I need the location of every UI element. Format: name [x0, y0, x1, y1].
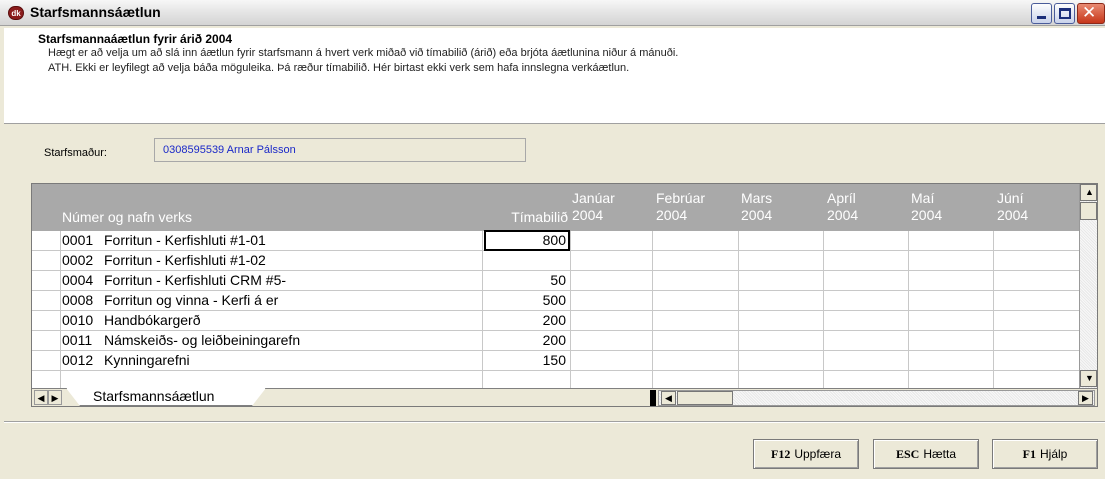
month-name: Febrúar — [656, 190, 706, 206]
quit-button[interactable]: ESC Hætta — [873, 439, 979, 469]
column-header-month[interactable]: Apríl 2004 — [827, 184, 907, 231]
column-header-month[interactable]: Mars 2004 — [741, 184, 821, 231]
help-button[interactable]: F1 Hjálp — [992, 439, 1098, 469]
minimize-button[interactable] — [1031, 3, 1052, 24]
table-row[interactable]: 0001 Forritun - Kerfishluti #1-01 800 — [32, 230, 1079, 251]
sheet-tab[interactable]: Starfsmannsáætlun — [66, 388, 266, 406]
grid-header: Númer og nafn verks Tímabilið Janúar 200… — [32, 184, 1079, 231]
row-period-value[interactable] — [484, 251, 570, 271]
row-period-value[interactable]: 50 — [484, 271, 570, 291]
grid-divider — [652, 231, 653, 388]
button-label: Hjálp — [1039, 447, 1068, 461]
row-name: Forritun - Kerfishluti #1-02 — [104, 252, 266, 268]
grid-divider — [908, 231, 909, 388]
table-row[interactable]: 0008 Forritun og vinna - Kerfi á er 500 — [32, 291, 1079, 311]
header-description-line-1: Hægt er að velja um að slá inn áætlun fy… — [48, 47, 679, 59]
month-year: 2004 — [656, 207, 688, 223]
maximize-button[interactable] — [1054, 3, 1075, 24]
tab-next-button[interactable]: ▶ — [48, 390, 62, 405]
shortcut-key: F1 — [1022, 447, 1036, 461]
employee-field[interactable]: 0308595539 Arnar Pálsson — [154, 138, 526, 162]
row-name: Handbókargerð — [104, 312, 201, 328]
month-name: Mars — [741, 190, 773, 206]
vertical-scroll-thumb[interactable] — [1080, 202, 1097, 220]
employee-label: Starfsmaður: — [44, 147, 107, 159]
maximize-icon — [1059, 8, 1071, 19]
month-name: Júní — [997, 190, 1024, 206]
arrow-right-icon: ▶ — [51, 393, 59, 403]
row-period-value[interactable]: 200 — [484, 331, 570, 351]
row-name: Forritun - Kerfishluti CRM #5- — [104, 272, 287, 288]
sheet-tab-strip: ◀ ▶ Starfsmannsáætlun ◀ ▶ — [32, 388, 1097, 406]
shortcut-key: ESC — [895, 447, 920, 461]
window-title: Starfsmannsáætlun — [30, 4, 161, 20]
horizontal-scrollbar[interactable]: ◀ ▶ — [658, 390, 1095, 406]
tab-prev-button[interactable]: ◀ — [34, 390, 48, 405]
row-period-value[interactable]: 200 — [484, 311, 570, 331]
grid-divider — [482, 231, 483, 388]
column-header-month[interactable]: Júní 2004 — [997, 184, 1077, 231]
arrow-up-icon: ▲ — [1085, 187, 1094, 197]
scroll-left-button[interactable]: ◀ — [661, 391, 676, 405]
header-panel: Starfsmannaáætlun fyrir árið 2004 Hægt e… — [4, 28, 1105, 124]
close-icon: ✕ — [1082, 3, 1097, 23]
arrow-down-icon: ▼ — [1085, 373, 1094, 383]
month-year: 2004 — [911, 207, 943, 223]
app-window: dk Starfsmannsáætlun ✕ Starfsmannaáætlun… — [0, 0, 1105, 479]
app-logo-icon: dk — [8, 6, 24, 20]
table-row[interactable]: 0004 Forritun - Kerfishluti CRM #5- 50 — [32, 271, 1079, 291]
month-name: Janúar — [572, 190, 615, 206]
grid-divider — [570, 231, 571, 388]
row-period-value[interactable]: 800 — [484, 231, 570, 251]
table-row[interactable]: 0012 Kynningarefni 150 — [32, 351, 1079, 371]
month-year: 2004 — [572, 207, 604, 223]
button-label: Hætta — [923, 447, 957, 461]
row-period-value[interactable]: 150 — [484, 351, 570, 371]
horizontal-scroll-thumb[interactable] — [677, 391, 733, 405]
scroll-up-button[interactable]: ▲ — [1080, 184, 1097, 201]
table-row[interactable]: 0011 Námskeiðs- og leiðbeiningarefn 200 — [32, 331, 1079, 351]
arrow-right-icon: ▶ — [1082, 393, 1089, 403]
column-header-month[interactable]: Janúar 2004 — [572, 184, 652, 231]
update-button[interactable]: F12 Uppfæra — [753, 439, 859, 469]
scroll-down-button[interactable]: ▼ — [1080, 370, 1097, 387]
button-label: Uppfæra — [794, 447, 842, 461]
grid-divider — [993, 231, 994, 388]
row-period-value[interactable]: 500 — [484, 291, 570, 311]
column-header-name[interactable]: Númer og nafn verks — [62, 184, 502, 231]
month-year: 2004 — [827, 207, 859, 223]
grid-divider — [738, 231, 739, 388]
split-handle[interactable] — [650, 390, 656, 406]
page-title: Starfsmannaáætlun fyrir árið 2004 — [38, 32, 233, 46]
close-button[interactable]: ✕ — [1077, 3, 1105, 24]
plan-grid[interactable]: Númer og nafn verks Tímabilið Janúar 200… — [31, 183, 1098, 407]
title-bar[interactable]: dk Starfsmannsáætlun ✕ — [0, 0, 1105, 26]
arrow-left-icon: ◀ — [665, 393, 672, 403]
month-year: 2004 — [741, 207, 773, 223]
column-header-month[interactable]: Maí 2004 — [911, 184, 991, 231]
grid-divider — [823, 231, 824, 388]
header-description-line-2: ATH. Ekki er leyfilegt að velja báða mög… — [48, 62, 630, 74]
month-name: Maí — [911, 190, 935, 206]
row-name: Kynningarefni — [104, 352, 190, 368]
minimize-icon — [1037, 16, 1046, 19]
column-header-month[interactable]: Febrúar 2004 — [656, 184, 736, 231]
row-name: Forritun og vinna - Kerfi á er — [104, 292, 279, 308]
month-year: 2004 — [997, 207, 1029, 223]
shortcut-key: F12 — [770, 447, 791, 461]
table-row[interactable]: 0010 Handbókargerð 200 — [32, 311, 1079, 331]
column-header-period[interactable]: Tímabilið — [482, 184, 570, 231]
month-name: Apríl — [827, 190, 856, 206]
bottom-separator — [4, 421, 1105, 423]
scroll-right-button[interactable]: ▶ — [1078, 391, 1093, 405]
vertical-scrollbar[interactable]: ▲ ▼ — [1079, 184, 1097, 388]
row-name: Forritun - Kerfishluti #1-01 — [104, 232, 266, 248]
row-name: Námskeiðs- og leiðbeiningarefn — [104, 332, 301, 348]
table-row[interactable]: 0002 Forritun - Kerfishluti #1-02 — [32, 251, 1079, 271]
arrow-left-icon: ◀ — [37, 393, 45, 403]
